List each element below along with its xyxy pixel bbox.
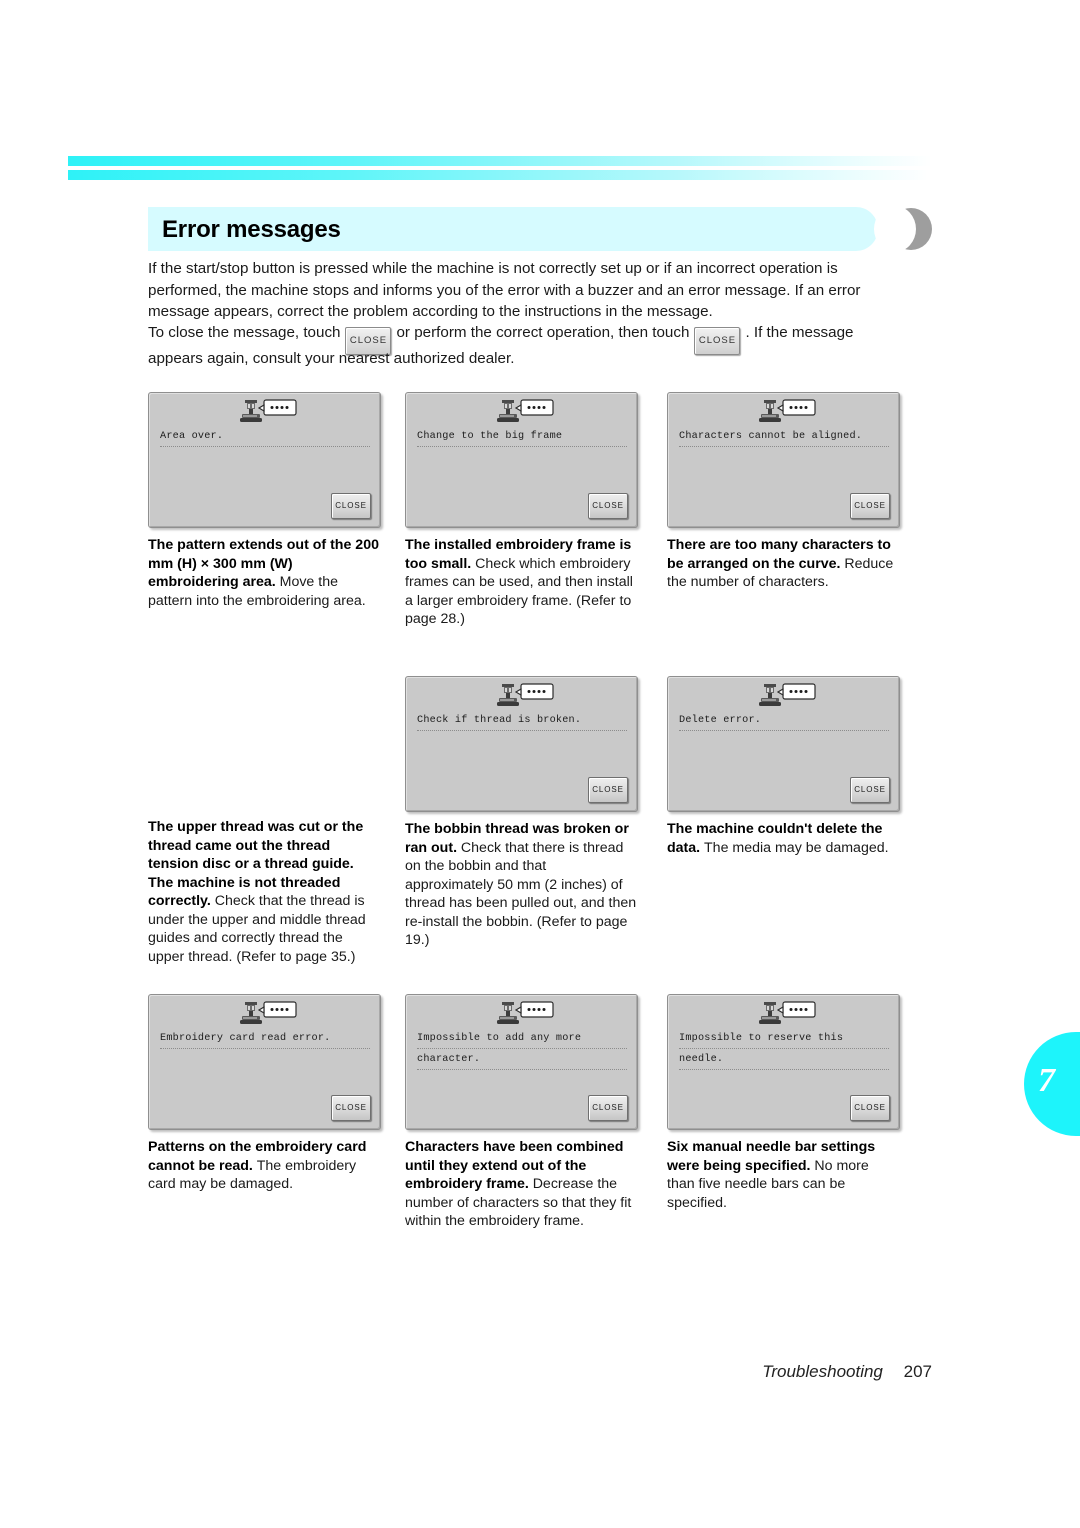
error-caption: The pattern extends out of the 200 mm (H… (148, 536, 381, 610)
error-caption: The machine couldn't delete the data. Th… (667, 820, 900, 857)
lcd-message-line: Check if thread is broken. (417, 713, 627, 731)
error-caption-body: The media may be damaged. (704, 839, 889, 856)
error-message-cell: Impossible to reserve this needle. CLOSE Si… (667, 994, 900, 1212)
error-dialog: Embroidery card read error. CLOSE (148, 994, 381, 1130)
lcd-message-line: Characters cannot be aligned. (679, 429, 889, 447)
error-message-cell: The upper thread was cut or the thread c… (148, 676, 381, 966)
lcd-message-line: Change to the big frame (417, 429, 627, 447)
chapter-tab: 7 (1024, 1032, 1080, 1136)
machine-message-icon (750, 399, 818, 425)
header-decorative-bars (68, 156, 932, 182)
dialog-close-button[interactable]: CLOSE (850, 777, 890, 803)
error-dialog: Check if thread is broken. CLOSE (405, 676, 638, 812)
error-dialog: Impossible to reserve this needle. CLOSE (667, 994, 900, 1130)
error-message-cell: Change to the big frame CLOSE The installe… (405, 392, 638, 629)
page-title: Error messages (162, 216, 341, 243)
lcd-message-area: Delete error. (679, 713, 889, 734)
machine-message-icon (750, 1001, 818, 1027)
intro-text-before-close: To close the message, touch (148, 324, 341, 341)
lcd-message-line: Impossible to reserve this (679, 1031, 889, 1049)
dialog-close-button[interactable]: CLOSE (850, 493, 890, 519)
error-dialog: Change to the big frame CLOSE (405, 392, 638, 528)
lcd-message-line: Embroidery card read error. (160, 1031, 370, 1049)
lcd-message-area: Check if thread is broken. (417, 713, 627, 734)
lcd-message-line: Delete error. (679, 713, 889, 731)
intro-text-middle: or perform the correct operation, then t… (396, 324, 690, 341)
machine-message-icon (231, 1001, 299, 1027)
lcd-message-area: Impossible to reserve this needle. (679, 1031, 889, 1073)
error-caption: Characters have been combined until they… (405, 1138, 638, 1231)
lcd-message-line: character. (417, 1052, 627, 1070)
machine-message-icon (488, 683, 556, 709)
error-caption: Six manual needle bar settings were bein… (667, 1138, 900, 1212)
error-message-cell: Embroidery card read error. CLOSE Patterns… (148, 994, 381, 1194)
header-bar-upper (68, 156, 932, 166)
machine-message-icon (750, 683, 818, 709)
dialog-close-button[interactable]: CLOSE (588, 1095, 628, 1121)
error-dialog: Impossible to add any more character. CLOS… (405, 994, 638, 1130)
lcd-message-area: Area over. (160, 429, 370, 450)
lcd-message-area: Embroidery card read error. (160, 1031, 370, 1052)
error-dialog: Characters cannot be aligned. CLOSE (667, 392, 900, 528)
error-caption: The bobbin thread was broken or ran out.… (405, 820, 638, 950)
error-caption: There are too many characters to be arra… (667, 536, 900, 592)
error-caption: Patterns on the embroidery card cannot b… (148, 1138, 381, 1194)
intro-text-after-close: . If the message (745, 324, 854, 341)
intro-paragraph-1: If the start/stop button is pressed whil… (148, 260, 861, 320)
dialog-close-button[interactable]: CLOSE (331, 1095, 371, 1121)
section-header: Error messages (148, 206, 938, 252)
error-message-cell: Characters cannot be aligned. CLOSE There … (667, 392, 900, 592)
header-bar-lower (68, 170, 932, 180)
page-footer: Troubleshooting 207 (0, 1362, 932, 1382)
lcd-message-line: needle. (679, 1052, 889, 1070)
machine-message-icon (488, 399, 556, 425)
machine-message-icon (488, 1001, 556, 1027)
section-title-band: Error messages (148, 207, 878, 251)
lcd-message-area: Change to the big frame (417, 429, 627, 450)
dialog-close-button[interactable]: CLOSE (588, 777, 628, 803)
crescent-decoration-icon (874, 206, 932, 252)
error-message-cell: Impossible to add any more character. CLOS… (405, 994, 638, 1231)
dialog-close-button[interactable]: CLOSE (588, 493, 628, 519)
dialog-placeholder (148, 676, 381, 810)
error-message-cell: Area over. CLOSE The pattern extends out o… (148, 392, 381, 610)
machine-message-icon (231, 399, 299, 425)
error-dialog: Area over. CLOSE (148, 392, 381, 528)
intro-paragraph-3: appears again, consult your nearest auth… (148, 350, 515, 367)
error-caption: The installed embroidery frame is too sm… (405, 536, 638, 629)
error-caption-title: The pattern extends out of the 200 mm (H… (148, 537, 379, 590)
dialog-close-button[interactable]: CLOSE (331, 493, 371, 519)
dialog-close-button[interactable]: CLOSE (850, 1095, 890, 1121)
lcd-message-line: Area over. (160, 429, 370, 447)
lcd-message-line: Impossible to add any more (417, 1031, 627, 1049)
error-message-cell: Check if thread is broken. CLOSE The bobbi… (405, 676, 638, 950)
error-caption: The upper thread was cut or the thread c… (148, 818, 381, 966)
footer-page-number: 207 (903, 1362, 932, 1381)
chapter-number: 7 (1038, 1062, 1055, 1099)
lcd-message-area: Impossible to add any more character. (417, 1031, 627, 1073)
footer-section-label: Troubleshooting (762, 1362, 883, 1381)
lcd-message-area: Characters cannot be aligned. (679, 429, 889, 450)
error-dialog: Delete error. CLOSE (667, 676, 900, 812)
error-message-cell: Delete error. CLOSE The machine couldn't d… (667, 676, 900, 857)
